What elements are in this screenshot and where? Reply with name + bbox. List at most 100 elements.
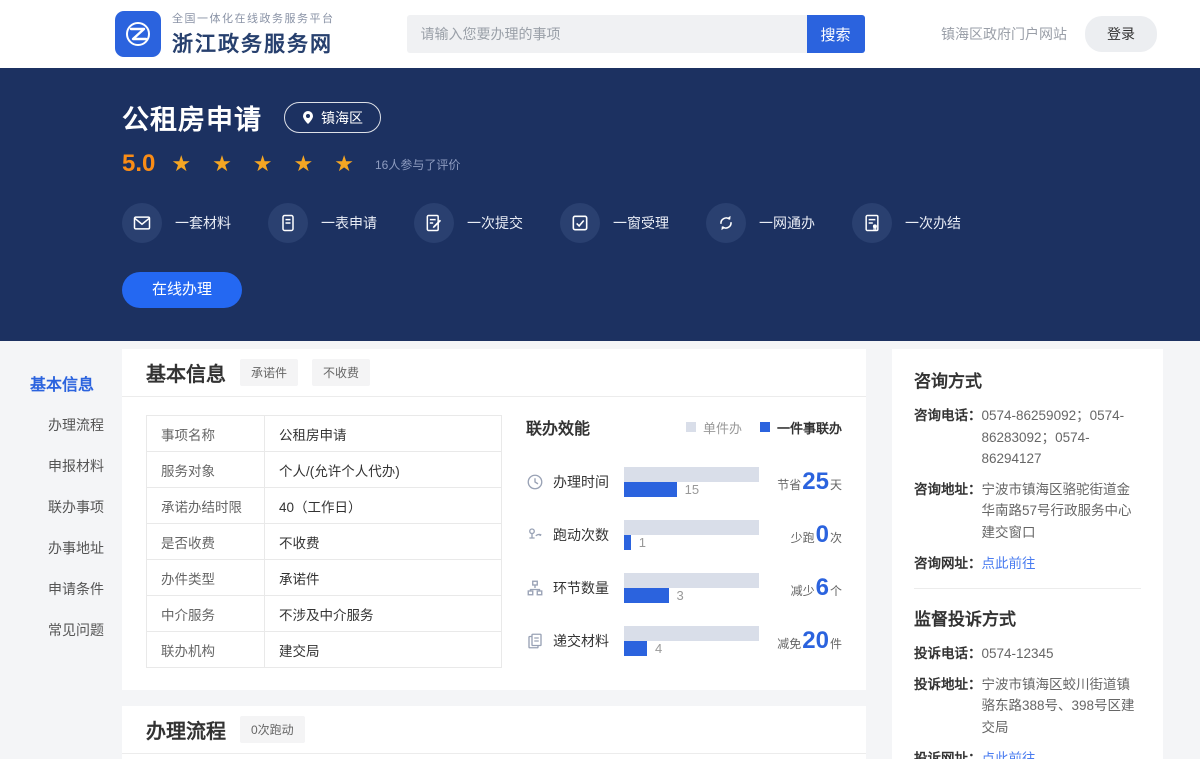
bar-value: 1	[639, 535, 646, 550]
table-row: 中介服务不涉及中介服务	[147, 596, 502, 632]
feature-label: 一套材料	[175, 213, 231, 233]
nav-item-process[interactable]: 办理流程	[0, 415, 122, 435]
portal-link[interactable]: 镇海区政府门户网站	[941, 24, 1067, 44]
envelope-icon	[132, 213, 152, 233]
checkbox-icon	[570, 213, 590, 233]
bar-single-trips	[624, 520, 759, 535]
chart-legend: 单件办 一件事联办	[686, 418, 842, 437]
rating-stars: ★ ★ ★ ★ ★	[171, 152, 361, 177]
zero-trip-badge: 0次跑动	[240, 716, 305, 743]
saving-trips: 少跑 0 次	[791, 521, 842, 549]
search-button[interactable]: 搜索	[807, 15, 865, 53]
logo-glyph-icon	[121, 17, 155, 51]
free-badge: 不收费	[312, 359, 370, 386]
chart-title: 联办效能	[526, 415, 590, 439]
location-pin-icon	[302, 110, 314, 125]
stamp-icon	[862, 213, 882, 233]
legend-swatch-joint	[760, 422, 770, 432]
consult-address-row: 咨询地址： 宁波市镇海区骆驼街道金华南路57号行政服务中心建交窗口	[914, 479, 1141, 544]
documents-icon	[526, 632, 544, 650]
search-input[interactable]	[407, 15, 807, 53]
saving-time: 节省 25 天	[777, 468, 842, 496]
feature-item: 一表申请	[268, 203, 377, 243]
form-icon	[278, 213, 298, 233]
feature-item: 一次办结	[852, 203, 961, 243]
process-card: 办理流程 0次跑动	[122, 706, 866, 759]
district-pill[interactable]: 镇海区	[284, 102, 381, 133]
nav-item-materials[interactable]: 申报材料	[0, 456, 122, 476]
bar-joint-time	[624, 482, 677, 497]
page-title: 公租房申请	[122, 98, 262, 137]
feature-item: 一套材料	[122, 203, 231, 243]
complaint-phone-row: 投诉电话： 0574-12345	[914, 643, 1141, 665]
edit-icon	[424, 213, 444, 233]
consult-website-row: 咨询网址： 点此前往	[914, 553, 1141, 575]
process-title: 办理流程	[146, 715, 226, 744]
nav-item-conditions[interactable]: 申请条件	[0, 579, 122, 599]
table-row: 事项名称公租房申请	[147, 416, 502, 452]
feature-label: 一窗受理	[613, 213, 669, 233]
complaint-link[interactable]: 点此前往	[982, 748, 1036, 759]
promise-badge: 承诺件	[240, 359, 298, 386]
clock-icon	[526, 473, 544, 491]
bar-single-time	[624, 467, 759, 482]
bar-value: 4	[655, 641, 662, 656]
divider	[914, 588, 1141, 589]
joint-efficiency-chart: 联办效能 单件办 一件事联办 办理时间	[526, 415, 842, 668]
feature-item: 一窗受理	[560, 203, 669, 243]
nav-item-basic-info[interactable]: 基本信息	[0, 371, 122, 395]
site-name: 浙江政务服务网	[172, 28, 335, 58]
legend-swatch-single	[686, 422, 696, 432]
basic-info-card: 基本信息 承诺件 不收费 事项名称公租房申请 服务对象个人/(允许个人代办) 承…	[122, 349, 866, 690]
complaint-address-row: 投诉地址： 宁波市镇海区蛟川街道镇骆东路388号、398号区建交局	[914, 674, 1141, 739]
table-row: 承诺办结时限40（工作日）	[147, 488, 502, 524]
basic-info-table: 事项名称公租房申请 服务对象个人/(允许个人代办) 承诺办结时限40（工作日） …	[146, 415, 502, 668]
bar-joint-steps	[624, 588, 669, 603]
chart-row-time: 办理时间 15 节省 25	[526, 455, 842, 508]
sync-icon	[716, 213, 736, 233]
nav-item-faq[interactable]: 常见问题	[0, 620, 122, 640]
consult-phone-row: 咨询电话： 0574-86259092；0574-86283092；0574-8…	[914, 405, 1141, 470]
bar-value: 3	[677, 588, 684, 603]
top-header: 全国一体化在线政务服务平台 浙江政务服务网 搜索 镇海区政府门户网站 登录	[0, 0, 1200, 68]
basic-info-title: 基本信息	[146, 358, 226, 387]
rating-count: 16人参与了评价	[375, 156, 460, 173]
run-icon	[526, 526, 544, 544]
complaint-website-row: 投诉网址： 点此前往	[914, 748, 1141, 759]
table-row: 办件类型承诺件	[147, 560, 502, 596]
hero-banner: 公租房申请 镇海区 5.0 ★ ★ ★ ★ ★ 16人参与了评价 一套材料 一表…	[0, 68, 1200, 341]
bar-single-steps	[624, 573, 759, 588]
login-button[interactable]: 登录	[1085, 16, 1157, 52]
online-apply-button[interactable]: 在线办理	[122, 272, 242, 308]
district-label: 镇海区	[321, 108, 363, 128]
chart-row-trips: 跑动次数 1 少跑 0	[526, 508, 842, 561]
chart-row-materials: 递交材料 4 减免 20	[526, 614, 842, 667]
bar-single-materials	[624, 626, 759, 641]
feature-label: 一网通办	[759, 213, 815, 233]
consult-link[interactable]: 点此前往	[982, 553, 1036, 575]
consult-title: 咨询方式	[914, 367, 1141, 392]
saving-steps: 减少 6 个	[791, 574, 842, 602]
nav-item-address[interactable]: 办事地址	[0, 538, 122, 558]
table-row: 联办机构建交局	[147, 632, 502, 668]
saving-materials: 减免 20 件	[777, 627, 842, 655]
legend-label-single: 单件办	[703, 418, 742, 437]
feature-item: 一网通办	[706, 203, 815, 243]
table-row: 是否收费不收费	[147, 524, 502, 560]
bar-value: 15	[685, 482, 699, 497]
contact-card: 咨询方式 咨询电话： 0574-86259092；0574-86283092；0…	[892, 349, 1163, 759]
legend-label-joint: 一件事联办	[777, 418, 842, 437]
search-bar: 搜索	[407, 15, 865, 53]
bar-joint-materials	[624, 641, 647, 656]
anchor-nav: 基本信息 办理流程 申报材料 联办事项 办事地址 申请条件 常见问题	[0, 349, 122, 759]
bar-joint-trips	[624, 535, 631, 550]
logo-text: 全国一体化在线政务服务平台 浙江政务服务网	[172, 10, 335, 58]
chart-row-steps: 环节数量 3 减少 6	[526, 561, 842, 614]
nav-item-joint-matters[interactable]: 联办事项	[0, 497, 122, 517]
feature-list: 一套材料 一表申请 一次提交 一窗受理 一网通办 一次办结	[122, 203, 1200, 243]
site-logo[interactable]	[115, 11, 161, 57]
feature-label: 一次办结	[905, 213, 961, 233]
table-row: 服务对象个人/(允许个人代办)	[147, 452, 502, 488]
sitemap-icon	[526, 579, 544, 597]
feature-item: 一次提交	[414, 203, 523, 243]
